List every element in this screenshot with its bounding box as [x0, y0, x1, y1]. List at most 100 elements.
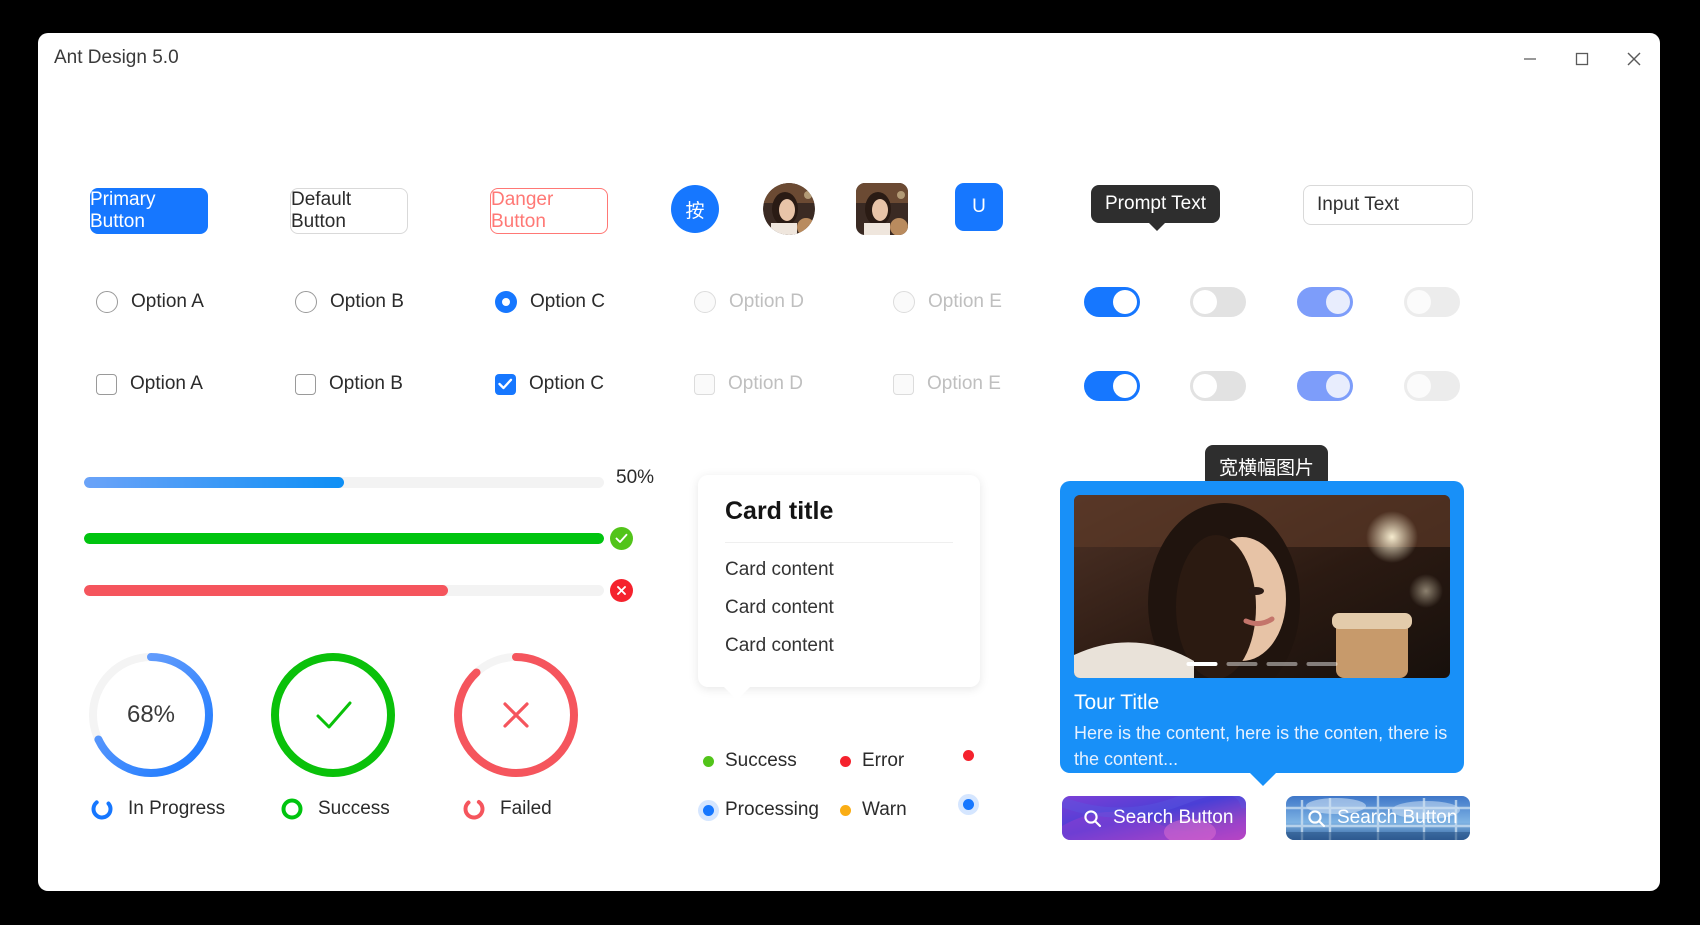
- badge-label: Processing: [725, 799, 819, 820]
- badge-dot-icon: [963, 750, 974, 761]
- switch-off[interactable]: [1190, 287, 1246, 317]
- radio-checked-icon[interactable]: [495, 291, 517, 313]
- progress-bar-active: [84, 477, 604, 488]
- radio-option-e: Option E: [893, 291, 1002, 313]
- circle-progress-active: 68%: [86, 650, 216, 780]
- radio-icon[interactable]: [96, 291, 118, 313]
- switch-knob: [1407, 290, 1431, 314]
- radio-option-c[interactable]: Option C: [495, 291, 605, 313]
- tour-popover: Tour Title Here is the content, here is …: [1060, 481, 1464, 786]
- switch-on-disabled-2: [1297, 371, 1353, 401]
- radio-option-b[interactable]: Option B: [295, 291, 404, 313]
- badge-dot-icon: [963, 799, 974, 810]
- error-status-icon: [610, 579, 633, 602]
- text-input[interactable]: Input Text: [1303, 185, 1473, 225]
- circle-progress-icon: [271, 653, 395, 777]
- tour-arrow-icon: [1249, 772, 1277, 786]
- avatar-letter[interactable]: U: [955, 183, 1003, 231]
- avatar-photo-square[interactable]: [856, 183, 908, 235]
- checkbox-option-c[interactable]: Option C: [495, 373, 604, 395]
- carousel-dot-2[interactable]: [1226, 662, 1258, 666]
- avatar-text-label: 按: [685, 200, 705, 222]
- carousel-dots[interactable]: [1186, 662, 1338, 666]
- checkbox-option-b[interactable]: Option B: [295, 373, 403, 395]
- spinner-failed: Failed: [462, 797, 552, 821]
- loading-spinner-icon: [91, 798, 113, 820]
- badge-error-dot: [963, 750, 974, 761]
- badge-processing-dot: [963, 799, 974, 810]
- search-button-label: Search Button: [1337, 807, 1458, 828]
- checkbox-checked-icon[interactable]: [495, 373, 516, 395]
- checkbox-disabled-icon: [893, 373, 914, 395]
- radio-label: Option B: [330, 291, 404, 312]
- card-content-line: Card content: [725, 559, 834, 580]
- minimize-icon[interactable]: [1504, 33, 1556, 85]
- search-button-sky[interactable]: Search Button: [1286, 796, 1470, 840]
- switch-knob: [1113, 290, 1137, 314]
- default-button[interactable]: Default Button: [290, 188, 408, 234]
- badge-warn: Warn: [840, 799, 907, 821]
- success-status-icon: [610, 527, 633, 550]
- checkbox-disabled-icon: [694, 373, 715, 395]
- radio-label: Option C: [530, 291, 605, 312]
- checkbox-label: Option B: [329, 373, 403, 394]
- carousel-dot-3[interactable]: [1266, 662, 1298, 666]
- switch-on[interactable]: [1084, 287, 1140, 317]
- checkbox-icon[interactable]: [96, 373, 117, 395]
- circle-progress-success: [268, 650, 398, 780]
- tour-title: Tour Title: [1074, 691, 1160, 714]
- carousel-dot-4[interactable]: [1306, 662, 1338, 666]
- checkbox-option-a[interactable]: Option A: [96, 373, 203, 395]
- spinner-label: Failed: [500, 798, 552, 819]
- switch-knob: [1193, 374, 1217, 398]
- checkbox-option-e: Option E: [893, 373, 1001, 395]
- card: Card title Card content Card content Car…: [698, 475, 980, 700]
- tour-text: Here is the content, here is the conten,…: [1074, 723, 1448, 769]
- content-stage: Primary Button Default Button Danger But…: [38, 85, 1660, 891]
- checkbox-label: Option A: [130, 373, 203, 394]
- progress-percent-label: 50%: [616, 467, 655, 488]
- danger-button[interactable]: Danger Button: [490, 188, 608, 234]
- card-content-line: Card content: [725, 597, 834, 618]
- radio-option-a[interactable]: Option A: [96, 291, 204, 313]
- avatar-photo-round[interactable]: [763, 183, 815, 235]
- switch-knob: [1326, 374, 1350, 398]
- switch-off-2[interactable]: [1190, 371, 1246, 401]
- window-controls: [1504, 33, 1660, 85]
- search-icon: [1083, 809, 1102, 828]
- prompt-tooltip: Prompt Text: [1091, 185, 1221, 231]
- badge-dot-icon: [703, 804, 714, 816]
- circle-progress-icon: [454, 653, 578, 777]
- checkbox-icon[interactable]: [295, 373, 316, 395]
- close-icon[interactable]: [1608, 33, 1660, 85]
- primary-button[interactable]: Primary Button: [90, 188, 208, 234]
- progress-fill: [84, 533, 604, 544]
- spinner-success: Success: [280, 797, 390, 821]
- switch-knob: [1193, 290, 1217, 314]
- title-bar: Ant Design 5.0: [38, 33, 1660, 85]
- switch-knob: [1326, 290, 1350, 314]
- window-title: Ant Design 5.0: [54, 47, 179, 68]
- tour-image: [1074, 495, 1450, 678]
- switch-knob: [1113, 374, 1137, 398]
- card-arrow-icon: [723, 686, 751, 700]
- badge-error: Error: [840, 750, 904, 772]
- switch-off-disabled-2: [1404, 371, 1460, 401]
- switch-off-disabled: [1404, 287, 1460, 317]
- badge-processing: Processing: [703, 799, 819, 821]
- user-photo-icon: [856, 183, 908, 235]
- banner-photo-icon: [1074, 495, 1450, 678]
- user-photo-icon: [763, 183, 815, 235]
- badge-success: Success: [703, 750, 797, 772]
- maximize-icon[interactable]: [1556, 33, 1608, 85]
- spinner-label: In Progress: [128, 798, 226, 819]
- switch-knob: [1407, 374, 1431, 398]
- search-button-purple[interactable]: Search Button: [1062, 796, 1246, 840]
- switch-on-2[interactable]: [1084, 371, 1140, 401]
- carousel-dot-1[interactable]: [1186, 662, 1218, 666]
- card-title: Card title: [725, 497, 834, 525]
- avatar-text[interactable]: 按: [671, 185, 719, 233]
- progress-fill: [84, 477, 344, 488]
- radio-icon[interactable]: [295, 291, 317, 313]
- switch-on-disabled: [1297, 287, 1353, 317]
